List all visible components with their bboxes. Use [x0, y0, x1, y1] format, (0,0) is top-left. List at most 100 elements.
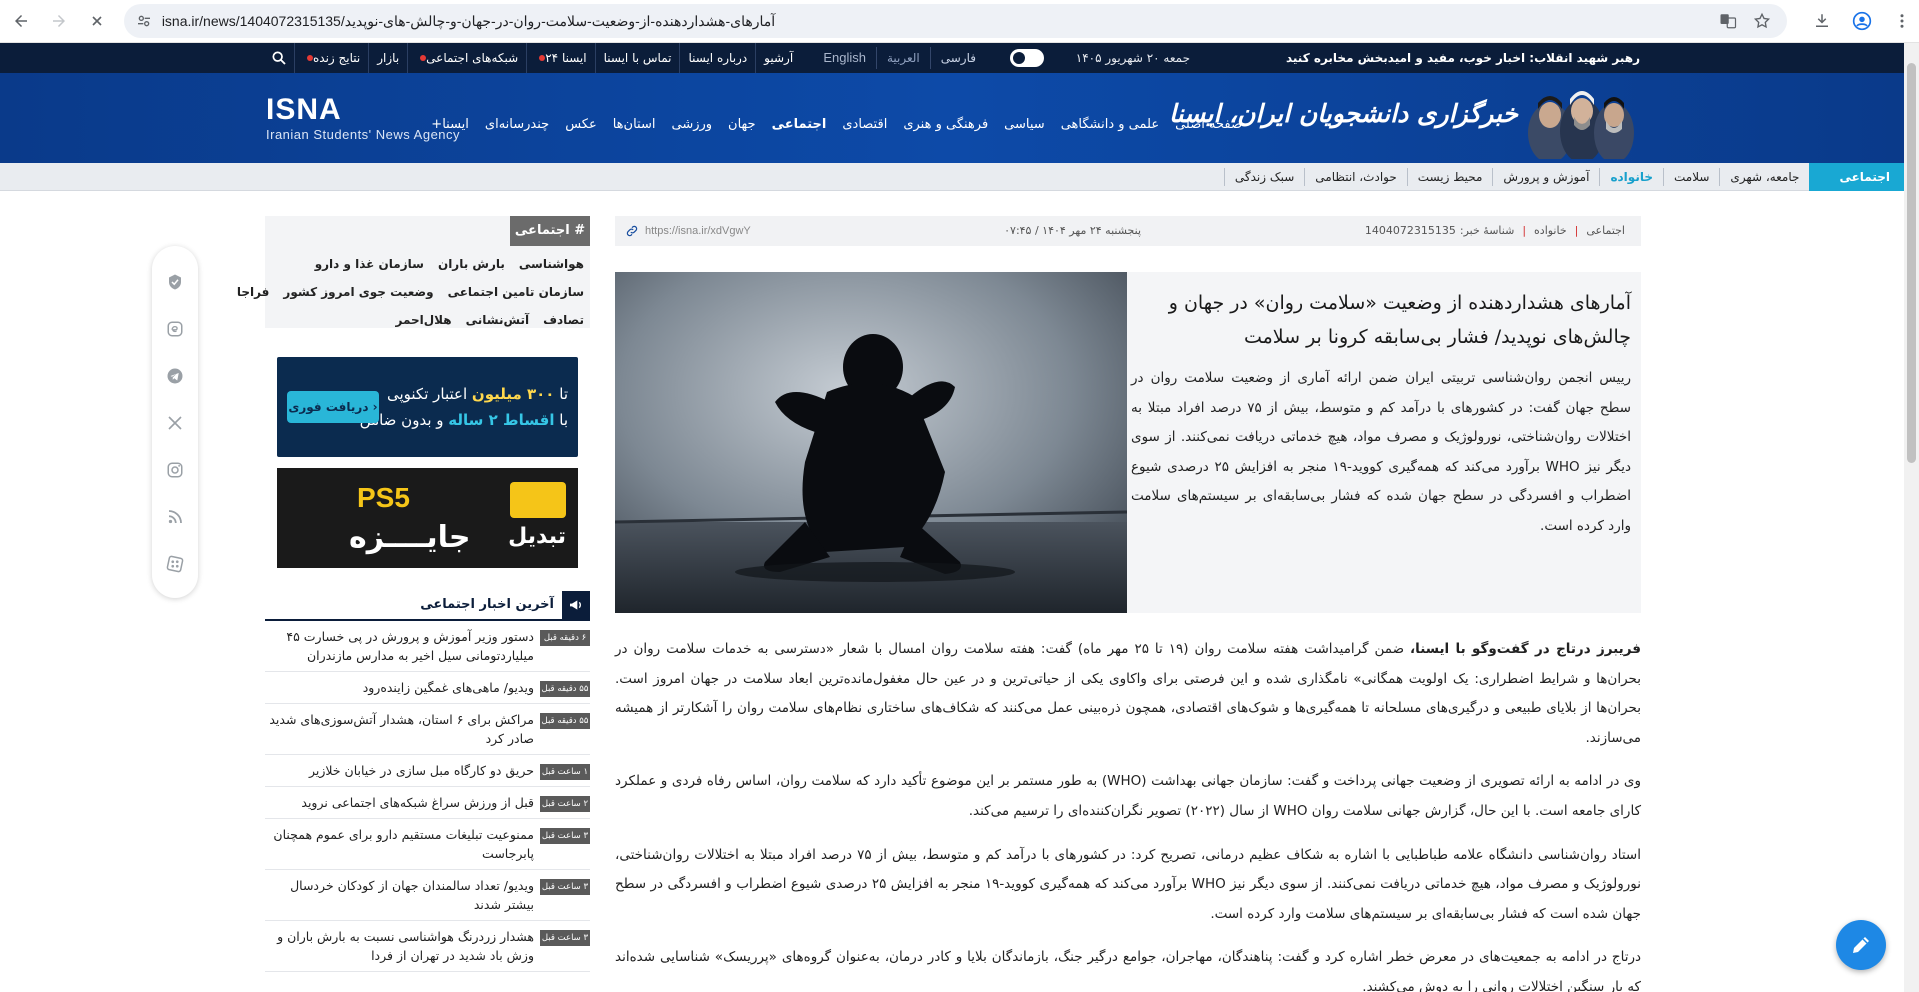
latest-news-item[interactable]: ۳ ساعت قبل ممنوعیت تبلیغات مستقیم دارو بر…	[265, 819, 590, 870]
news-title-link[interactable]: ممنوعیت تبلیغات مستقیم دارو برای عموم هم…	[265, 825, 540, 863]
tag-link[interactable]: وضعیت جوی امروز کشور	[283, 285, 433, 299]
instagram-icon[interactable]	[165, 460, 185, 480]
news-time-badge: ۳ ساعت قبل	[540, 828, 590, 844]
scrollbar-thumb[interactable]	[1907, 63, 1916, 463]
news-title-link[interactable]: مراکش برای ۶ استان، هشدار آتش‌سوزی‌های ش…	[265, 710, 540, 748]
tag-link[interactable]: فراجا	[237, 285, 270, 299]
toplink-about[interactable]: درباره ایسنا	[679, 43, 755, 73]
news-title-link[interactable]: قبل از ورزش سراغ شبکه‌های اجتماعی نروید	[265, 793, 540, 812]
search-icon[interactable]	[264, 43, 294, 73]
tag-link[interactable]: آتش‌نشانی	[466, 313, 529, 327]
latest-news-item[interactable]: ۱ ساعت قبل حریق دو کارگاه مبل سازی در خیا…	[265, 755, 590, 787]
nav-politics[interactable]: سیاسی	[996, 113, 1053, 137]
news-title-link[interactable]: حریق دو کارگاه مبل سازی در خیابان خلازیر	[265, 761, 540, 780]
lang-arabic[interactable]: العربية	[875, 47, 930, 69]
back-icon[interactable]	[4, 4, 38, 38]
toplink-live-results[interactable]: نتایج زنده	[294, 43, 368, 73]
language-switcher: فارسی العربية English	[813, 47, 986, 69]
latest-news-item[interactable]: ۲ ساعت قبل قبل از ورزش سراغ شبکه‌های اجتم…	[265, 787, 590, 819]
article-meta-bar: اجتماعی | خانواده | شناسهٔ خبر: 14040723…	[615, 216, 1641, 246]
toplink-isna24[interactable]: ایسنا ۲۴	[526, 43, 594, 73]
news-title-link[interactable]: ویدیو/ تعداد سالمندان جهان از کودکان خرد…	[265, 876, 540, 914]
download-icon[interactable]	[1805, 4, 1839, 38]
edit-pencil-button[interactable]	[1836, 920, 1886, 970]
nav-multimedia[interactable]: چندرسانه‌ای	[477, 113, 557, 137]
tag-link[interactable]: بارش باران	[438, 257, 505, 271]
eitaa-icon[interactable]	[165, 319, 185, 339]
leader-quote: رهبر شهید انقلاب: اخبار خوب، مفید و امید…	[1285, 51, 1640, 65]
tag-link[interactable]: تصادف	[543, 313, 584, 327]
subnav-lifestyle[interactable]: سبک زندگی	[1223, 168, 1304, 186]
menu-kebab-icon[interactable]	[1885, 4, 1919, 38]
profile-icon[interactable]	[1845, 4, 1879, 38]
lang-english[interactable]: English	[813, 47, 876, 69]
lang-farsi[interactable]: فارسی	[929, 47, 986, 69]
ad-banner-technopay[interactable]: تا ۳۰۰ میلیون اعتبار تکنوپی با اقساط ۲ س…	[277, 357, 578, 457]
page-scrollbar[interactable]	[1904, 43, 1919, 992]
nav-economy[interactable]: اقتصادی	[834, 113, 895, 137]
nav-provinces[interactable]: استان‌ها	[605, 113, 664, 137]
url-text[interactable]: isna.ir/news/1404072315135/آمارهای-هشدار…	[162, 13, 1707, 30]
forward-icon[interactable]	[42, 4, 76, 38]
site-info-icon[interactable]	[136, 13, 152, 29]
lead-photo-sad-man[interactable]	[615, 272, 1127, 613]
subnav-category[interactable]: اجتماعی	[1809, 163, 1904, 191]
dark-mode-toggle[interactable]	[1010, 49, 1044, 67]
meta-separator: |	[1522, 224, 1527, 237]
tag-link[interactable]: سازمان غذا و دارو	[315, 257, 424, 271]
subnav-education[interactable]: آموزش و پرورش	[1492, 168, 1599, 186]
article-paragraph: وی در ادامه به ارائه تصویری از وضعیت جها…	[615, 773, 1642, 819]
news-title-link[interactable]: ویدیو/ ماهی‌های غمگین زاینده‌رود	[265, 678, 540, 697]
ad-ps5-text: PS5	[357, 482, 410, 513]
nav-culture[interactable]: فرهنگی و هنری	[895, 113, 996, 137]
latest-news-item[interactable]: ۳ ساعت قبل هشدار زردرنگ هواشناسی نسبت به …	[265, 921, 590, 972]
nav-social[interactable]: اجتماعی	[764, 113, 835, 137]
top-strip: رهبر شهید انقلاب: اخبار خوب، مفید و امید…	[0, 43, 1904, 73]
x-twitter-icon[interactable]	[165, 413, 185, 433]
toplink-social[interactable]: شبکه‌های اجتماعی	[407, 43, 526, 73]
short-link[interactable]: https://isna.ir/xdVgwY	[625, 216, 751, 246]
telegram-icon[interactable]	[165, 366, 185, 386]
nav-science[interactable]: علمی و دانشگاهی	[1053, 113, 1167, 137]
link-icon	[626, 225, 638, 237]
subnav-society[interactable]: جامعه، شهری	[1719, 168, 1809, 186]
stop-loading-icon[interactable]	[80, 4, 114, 38]
nav-isna-plus[interactable]: ایسنا+	[423, 113, 477, 137]
subnav-environment[interactable]: محیط زیست	[1406, 168, 1493, 186]
subnav-family[interactable]: خانواده	[1599, 168, 1663, 186]
address-bar[interactable]: isna.ir/news/1404072315135/آمارهای-هشدار…	[123, 4, 1787, 38]
latest-news-title[interactable]: آخرین اخبار اجتماعی	[420, 591, 554, 619]
latest-news-item[interactable]: ۳ ساعت قبل ویدیو/ تعداد سالمندان جهان از …	[265, 870, 590, 921]
latest-news-item[interactable]: ۶ دقیقه قبل دستور وزیر آموزش و پرورش در پ…	[265, 621, 590, 672]
nav-photo[interactable]: عکس	[557, 113, 605, 137]
bookmark-shield-icon[interactable]	[165, 272, 185, 292]
share-bar	[152, 246, 198, 598]
meta-subcategory[interactable]: خانواده	[1534, 216, 1567, 246]
ad-get-now-button[interactable]: ‹ دریافت فوری	[287, 391, 379, 423]
toplink-contact[interactable]: تماس با ایسنا	[594, 43, 680, 73]
article-paragraph: استاد روان‌شناسی دانشگاه علامه طباطبایی …	[615, 846, 1641, 922]
top-links: نتایج زنده بازار شبکه‌های اجتماعی ایسنا …	[264, 43, 801, 73]
aparat-icon[interactable]	[165, 554, 185, 574]
latest-news-item[interactable]: ۵۵ دقیقه قبل ویدیو/ ماهی‌های غمگین زاینده…	[265, 672, 590, 704]
subnav-incidents[interactable]: حوادث، انتظامی	[1304, 168, 1407, 186]
meta-category[interactable]: اجتماعی	[1586, 216, 1625, 246]
latest-news-item[interactable]: ۵۵ دقیقه قبل مراکش برای ۶ استان، هشدار آت…	[265, 704, 590, 755]
ad-banner-tabdil[interactable]: PS5 جایــــزه تبدیل	[277, 468, 578, 568]
news-title-link[interactable]: دستور وزیر آموزش و پرورش در پی خسارت ۴۵ …	[265, 627, 540, 665]
tag-link[interactable]: هلال‌احمر	[395, 313, 451, 327]
bookmark-star-icon[interactable]	[1749, 8, 1775, 34]
tag-link[interactable]: هواشناسی	[519, 257, 584, 271]
toplink-archive[interactable]: آرشیو	[755, 43, 801, 73]
nav-sports[interactable]: ورزشی	[663, 113, 720, 137]
news-time-badge: ۵۵ دقیقه قبل	[540, 681, 590, 697]
news-title-link[interactable]: هشدار زردرنگ هواشناسی نسبت به بارش باران…	[265, 927, 540, 965]
nav-home[interactable]: صفحه اصلی	[1167, 113, 1250, 137]
rss-icon[interactable]	[165, 507, 185, 527]
tag-link[interactable]: سازمان تامین اجتماعی	[448, 285, 584, 299]
nav-world[interactable]: جهان	[720, 113, 764, 137]
toplink-market[interactable]: بازار	[368, 43, 407, 73]
tags-title[interactable]: # اجتماعی	[510, 216, 590, 246]
translate-icon[interactable]	[1715, 8, 1741, 34]
subnav-health[interactable]: سلامت	[1662, 168, 1719, 186]
